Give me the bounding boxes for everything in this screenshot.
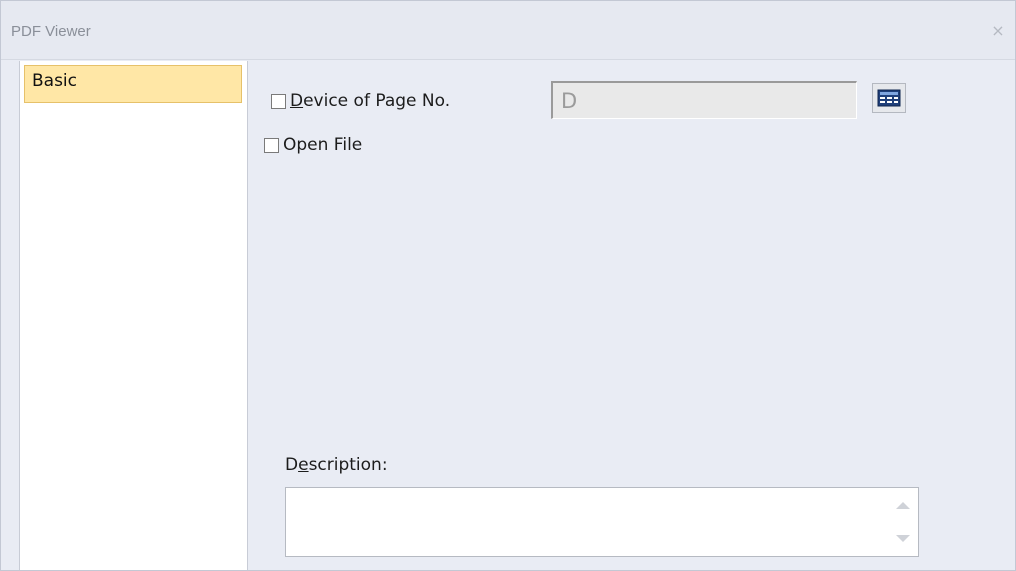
open-file-checkbox[interactable]	[264, 137, 279, 153]
settings-panel: Device of Page No. Open File Description…	[249, 61, 1015, 570]
close-button[interactable]: ×	[987, 21, 1009, 43]
category-list: Basic	[19, 61, 248, 570]
device-of-page-no-option[interactable]: Device of Page No.	[271, 89, 450, 113]
open-file-label[interactable]: Open File	[283, 135, 362, 155]
sidebar-item-basic[interactable]: Basic	[24, 65, 242, 103]
device-of-page-no-label[interactable]: Device of Page No.	[290, 91, 450, 111]
description-scrollbar[interactable]	[888, 488, 918, 556]
open-file-option[interactable]: Open File	[264, 133, 362, 157]
device-picker-button[interactable]	[872, 83, 906, 113]
sidebar-item-label: Basic	[32, 71, 78, 91]
device-of-page-no-checkbox[interactable]	[271, 93, 286, 109]
title-bar: PDF Viewer ×	[1, 1, 1015, 60]
window-title: PDF Viewer	[11, 23, 91, 40]
device-list-icon	[877, 89, 901, 107]
scroll-down-arrow-icon[interactable]	[896, 535, 910, 542]
description-label: Description:	[285, 455, 388, 475]
description-textarea[interactable]	[285, 487, 919, 557]
pdf-viewer-dialog: PDF Viewer × Basic Device of Page No. D …	[0, 0, 1016, 571]
device-of-page-no-input[interactable]	[551, 81, 857, 119]
scroll-up-arrow-icon[interactable]	[896, 502, 910, 509]
